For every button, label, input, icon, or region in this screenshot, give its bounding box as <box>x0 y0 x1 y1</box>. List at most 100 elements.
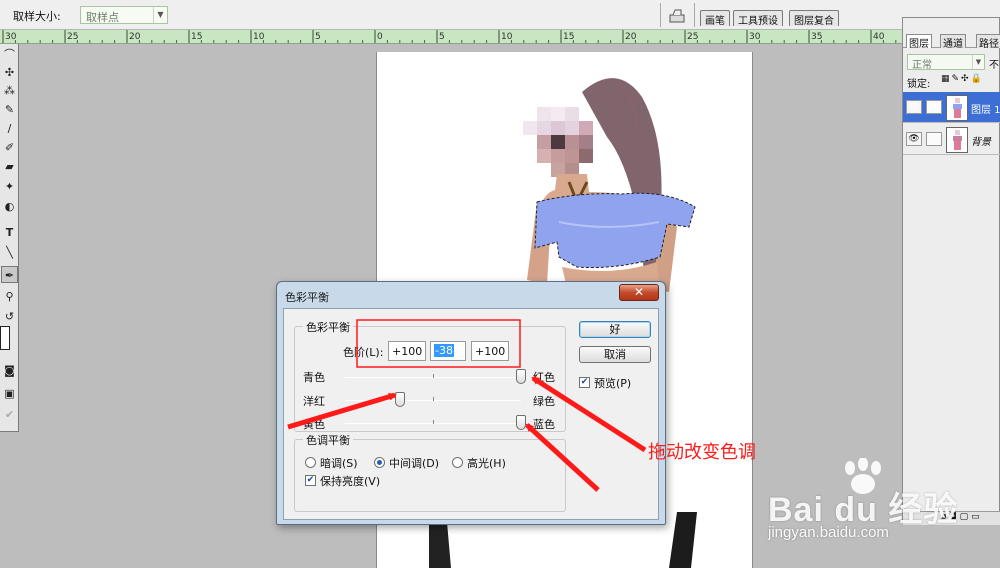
cyan-red-slider-thumb[interactable] <box>516 369 526 384</box>
highlights-radio[interactable] <box>452 457 463 468</box>
level-magenta-green-input[interactable]: -38 <box>430 341 466 361</box>
annotation-text: 拖动改变色调 <box>648 442 756 463</box>
zoom-tool-icon[interactable]: ⚲ <box>1 288 18 305</box>
foreground-color-swatch[interactable] <box>0 326 10 350</box>
screen-mode-icon[interactable]: ▣ <box>1 385 18 402</box>
layer-name: 背景 <box>971 137 991 148</box>
lasso-tool-icon[interactable]: ⌒ <box>1 46 18 63</box>
blur-tool-icon[interactable]: ✦ <box>1 178 18 195</box>
layer-thumbnail <box>946 127 968 153</box>
move-tool-icon[interactable]: ✣ <box>1 64 18 81</box>
sample-size-label: 取样大小: <box>13 10 61 23</box>
chevron-down-icon: ▼ <box>153 7 167 23</box>
line-tool-icon[interactable]: ╲ <box>1 244 18 261</box>
preview-checkbox[interactable]: ✔ <box>579 377 590 388</box>
yellow-blue-slider-thumb[interactable] <box>516 415 526 430</box>
tab-channels[interactable]: 通道 <box>940 34 966 50</box>
cyan-label: 青色 <box>303 371 325 384</box>
magic-wand-icon[interactable]: ⁂ <box>1 82 18 99</box>
layers-panel: 图层 通道 路径 正常 ▼ 不 锁定: ▦✎✣🔒 👁 ✎ 图层 1 👁 背景 ø… <box>902 17 1000 525</box>
preview-label: 预览(P) <box>594 377 632 390</box>
ok-button[interactable]: 好 <box>579 321 651 338</box>
dialog-title: 色彩平衡 <box>285 291 329 304</box>
ruler-label: 30 <box>749 32 761 42</box>
blend-mode-select[interactable]: 正常 ▼ <box>907 54 985 71</box>
tab-tool-presets[interactable]: 工具预设 <box>733 10 783 27</box>
jump-to-imageready-icon[interactable]: ✔ <box>1 406 18 423</box>
preserve-luminosity-label: 保持亮度(V) <box>320 475 381 488</box>
ruler-label: 25 <box>67 32 78 42</box>
layer-row-layer1[interactable]: 👁 ✎ 图层 1 <box>903 92 1000 123</box>
ruler-label: 10 <box>501 32 513 42</box>
tab-brushes[interactable]: 画笔 <box>700 10 730 27</box>
midtones-label: 中间调(D) <box>389 457 440 470</box>
palette-well-icon[interactable] <box>668 6 686 24</box>
dialog-titlebar[interactable]: 色彩平衡 ✕ <box>277 282 665 308</box>
ruler-label: 10 <box>253 32 265 42</box>
type-tool-icon[interactable]: T <box>1 224 18 241</box>
watermark-url: jingyan.baidu.com <box>768 524 889 541</box>
shadows-radio[interactable] <box>305 457 316 468</box>
blend-mode-value: 正常 <box>912 60 932 71</box>
layer-thumbnail <box>946 95 968 121</box>
blue-label: 蓝色 <box>533 418 555 431</box>
quick-mask-icon[interactable]: ◙ <box>1 362 18 379</box>
sample-size-value: 取样点 <box>86 11 119 24</box>
ruler-label: 20 <box>625 32 637 42</box>
magenta-green-slider-thumb[interactable] <box>394 392 405 407</box>
ruler-label: 25 <box>687 32 698 42</box>
dodge-tool-icon[interactable]: ◐ <box>1 198 18 215</box>
eye-icon[interactable]: 👁 <box>906 100 922 114</box>
tab-paths[interactable]: 路径 <box>976 34 1000 50</box>
eyedropper-icon[interactable]: ✒ <box>1 266 18 283</box>
ruler-label: 15 <box>191 32 202 42</box>
healing-brush-icon[interactable]: ✎ <box>1 101 18 118</box>
dialog-body: 色彩平衡 色阶(L): +100 -38 +100 青色 红色 洋红 绿色 黄色… <box>283 308 659 520</box>
brush-tool-icon[interactable]: ∕ <box>1 120 18 137</box>
color-balance-group-label: 色彩平衡 <box>303 319 353 335</box>
ruler-label: 35 <box>811 32 822 42</box>
history-brush-icon[interactable]: ✐ <box>1 139 18 156</box>
toolbox: ⌒ ✣ ⁂ ✎ ∕ ✐ ▰ ✦ ◐ T ╲ ✒ ⚲ ↺ ◙ ▣ ✔ <box>0 44 19 432</box>
layer-row-background[interactable]: 👁 背景 <box>903 124 1000 155</box>
separator <box>694 3 695 27</box>
lock-label: 锁定: <box>907 79 931 90</box>
close-button[interactable]: ✕ <box>619 284 659 301</box>
separator <box>660 3 661 27</box>
slider-center-tick <box>433 374 434 378</box>
midtones-radio[interactable] <box>374 457 385 468</box>
tone-balance-group: 色调平衡 暗调(S) 中间调(D) 高光(H) ✔ 保持亮度(V) <box>294 432 566 512</box>
ruler-label: 30 <box>5 32 17 42</box>
levels-label: 色阶(L): <box>343 346 384 359</box>
level-magenta-green-value: -38 <box>434 344 454 357</box>
brush-link-icon[interactable]: ✎ <box>926 100 942 114</box>
chevron-down-icon: ▼ <box>972 55 984 69</box>
preserve-luminosity-checkbox[interactable]: ✔ <box>305 475 316 486</box>
highlights-label: 高光(H) <box>467 457 506 470</box>
panel-tabs: 图层 通道 路径 <box>903 32 1000 50</box>
eraser-icon[interactable]: ▰ <box>1 158 18 175</box>
ruler-label: 0 <box>377 32 383 42</box>
slider-center-tick <box>433 397 434 401</box>
watermark: Bai du 经验 jingyan.baidu.com <box>768 458 1000 568</box>
eye-icon[interactable]: 👁 <box>906 132 922 146</box>
level-yellow-blue-input[interactable]: +100 <box>471 341 509 361</box>
brush-link-icon[interactable] <box>926 132 942 146</box>
level-cyan-red-input[interactable]: +100 <box>388 341 426 361</box>
options-bar: 取样大小: 取样点 ▼ 画笔 工具预设 图层复合 <box>0 0 1000 30</box>
ruler-label: 5 <box>439 32 445 42</box>
tab-layer-comps[interactable]: 图层复合 <box>789 10 839 27</box>
lock-options-icons[interactable]: ▦✎✣🔒 <box>941 74 984 84</box>
sample-size-select[interactable]: 取样点 ▼ <box>80 6 168 24</box>
opacity-label: 不 <box>989 60 999 71</box>
ruler-label: 5 <box>315 32 321 42</box>
red-label: 红色 <box>533 371 555 384</box>
cancel-button[interactable]: 取消 <box>579 346 651 363</box>
shadows-label: 暗调(S) <box>320 457 358 470</box>
ruler-label: 15 <box>563 32 574 42</box>
swap-colors-icon[interactable]: ↺ <box>1 308 18 325</box>
layer-name: 图层 1 <box>971 105 1000 116</box>
ruler-label: 20 <box>129 32 141 42</box>
slider-center-tick <box>433 420 434 424</box>
tab-layers[interactable]: 图层 <box>906 34 932 50</box>
